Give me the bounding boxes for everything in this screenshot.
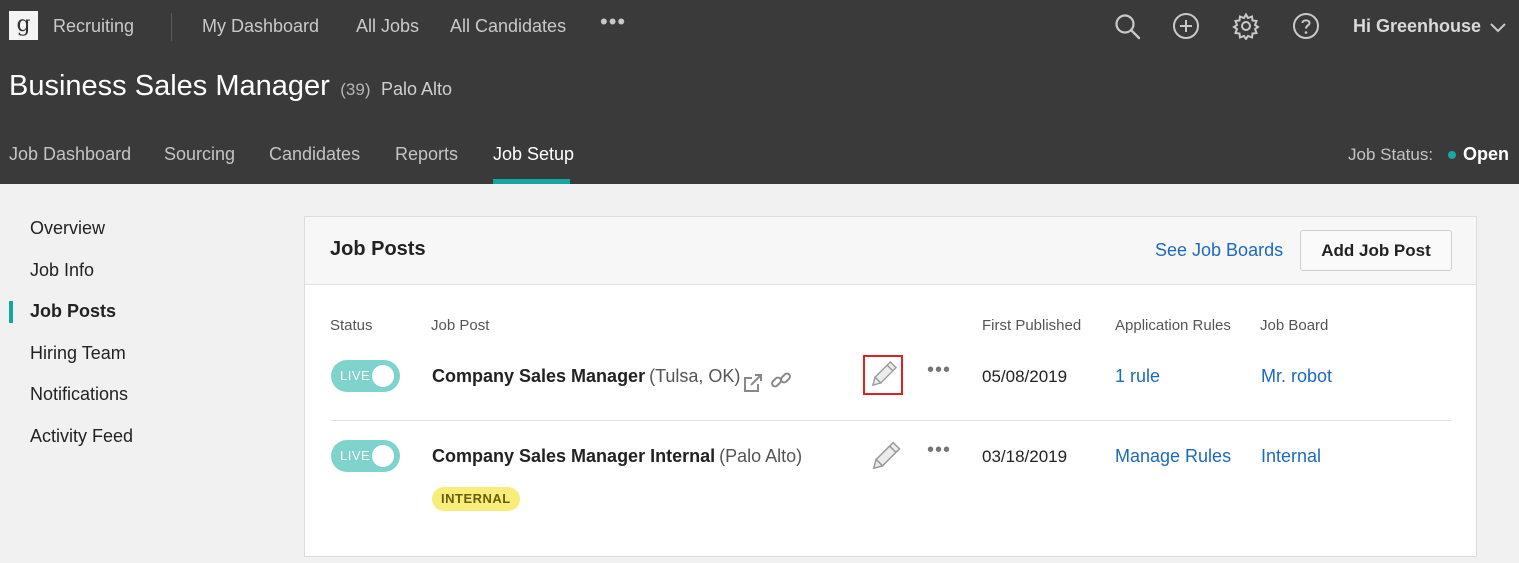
sidebar-item-overview[interactable]: Overview — [30, 218, 105, 239]
external-link-icon[interactable] — [741, 371, 765, 395]
status-dot-icon — [1448, 151, 1456, 159]
application-rules-link[interactable]: Manage Rules — [1115, 446, 1231, 467]
chevron-down-icon[interactable] — [1488, 18, 1508, 38]
toggle-knob — [372, 445, 394, 467]
job-post-location: (Palo Alto) — [719, 446, 803, 466]
add-job-post-button[interactable]: Add Job Post — [1300, 230, 1452, 271]
column-header-first-published: First Published — [982, 317, 1082, 334]
first-published-date: 03/18/2019 — [982, 447, 1068, 466]
page-title: Business Sales Manager — [9, 70, 330, 102]
app-header: g Recruiting My Dashboard All Jobs All C… — [0, 0, 1519, 184]
nav-my-dashboard[interactable]: My Dashboard — [202, 16, 319, 37]
sidebar-active-indicator — [9, 301, 13, 323]
live-toggle[interactable]: LIVE — [331, 440, 400, 472]
job-board-link[interactable]: Mr. robot — [1261, 366, 1332, 387]
job-board-link[interactable]: Internal — [1261, 446, 1321, 467]
app-name[interactable]: Recruiting — [53, 16, 134, 37]
job-posts-card: Job Posts See Job Boards Add Job Post St… — [304, 216, 1477, 557]
row-more-button[interactable]: ••• — [927, 359, 951, 382]
card-title: Job Posts — [330, 238, 426, 260]
column-header-job-board: Job Board — [1260, 317, 1329, 334]
job-title-row: Business Sales Manager (39) Palo Alto — [9, 70, 452, 103]
nav-all-candidates[interactable]: All Candidates — [450, 16, 566, 37]
job-post-name[interactable]: Company Sales Manager (Tulsa, OK) — [432, 366, 740, 387]
row-more-button[interactable]: ••• — [927, 439, 951, 462]
internal-badge: INTERNAL — [432, 487, 520, 511]
sidebar-item-hiring-team[interactable]: Hiring Team — [30, 343, 126, 364]
column-header-status: Status — [330, 317, 373, 334]
job-status-label: Job Status: — [1348, 145, 1434, 164]
job-post-name[interactable]: Company Sales Manager Internal (Palo Alto… — [432, 446, 802, 467]
tab-candidates[interactable]: Candidates — [269, 144, 360, 165]
candidate-count: (39) — [340, 80, 371, 99]
active-tab-indicator — [493, 179, 570, 184]
tab-reports[interactable]: Reports — [395, 144, 458, 165]
sidebar-item-activity-feed[interactable]: Activity Feed — [30, 426, 133, 447]
search-icon[interactable] — [1113, 12, 1141, 40]
see-job-boards-link[interactable]: See Job Boards — [1155, 240, 1283, 261]
sidebar-item-job-info[interactable]: Job Info — [30, 260, 94, 281]
edit-pencil-icon[interactable] — [865, 437, 905, 477]
job-post-location: (Tulsa, OK) — [649, 366, 741, 386]
tab-sourcing[interactable]: Sourcing — [164, 144, 235, 165]
link-icon[interactable] — [769, 368, 793, 392]
job-post-title[interactable]: Company Sales Manager — [432, 366, 645, 386]
job-post-title[interactable]: Company Sales Manager Internal — [432, 446, 715, 466]
column-header-job-post: Job Post — [431, 317, 490, 334]
add-circle-icon[interactable] — [1172, 12, 1200, 40]
row-divider — [331, 420, 1452, 421]
help-icon[interactable] — [1292, 12, 1320, 40]
top-bar: g Recruiting My Dashboard All Jobs All C… — [0, 0, 1519, 54]
more-menu-button[interactable]: ••• — [600, 9, 626, 35]
first-published-date: 05/08/2019 — [982, 367, 1068, 386]
tab-job-dashboard[interactable]: Job Dashboard — [9, 144, 131, 165]
toggle-label: LIVE — [340, 368, 371, 383]
live-toggle[interactable]: LIVE — [331, 360, 400, 392]
edit-pencil-icon[interactable] — [863, 355, 903, 395]
job-location: Palo Alto — [380, 79, 452, 99]
tab-job-setup[interactable]: Job Setup — [493, 144, 574, 165]
sidebar-item-job-posts[interactable]: Job Posts — [30, 301, 116, 322]
application-rules-link[interactable]: 1 rule — [1115, 366, 1160, 387]
column-header-application-rules: Application Rules — [1115, 317, 1231, 334]
greenhouse-logo[interactable]: g — [9, 11, 38, 40]
toggle-knob — [372, 365, 394, 387]
divider — [171, 13, 172, 41]
job-status-value[interactable]: Open — [1463, 144, 1509, 165]
gear-icon[interactable] — [1232, 12, 1260, 40]
nav-all-jobs[interactable]: All Jobs — [356, 16, 419, 37]
toggle-label: LIVE — [340, 448, 371, 463]
card-header: Job Posts See Job Boards Add Job Post — [305, 217, 1476, 285]
sidebar-item-notifications[interactable]: Notifications — [30, 384, 128, 405]
user-menu-greeting[interactable]: Hi Greenhouse — [1353, 16, 1481, 37]
